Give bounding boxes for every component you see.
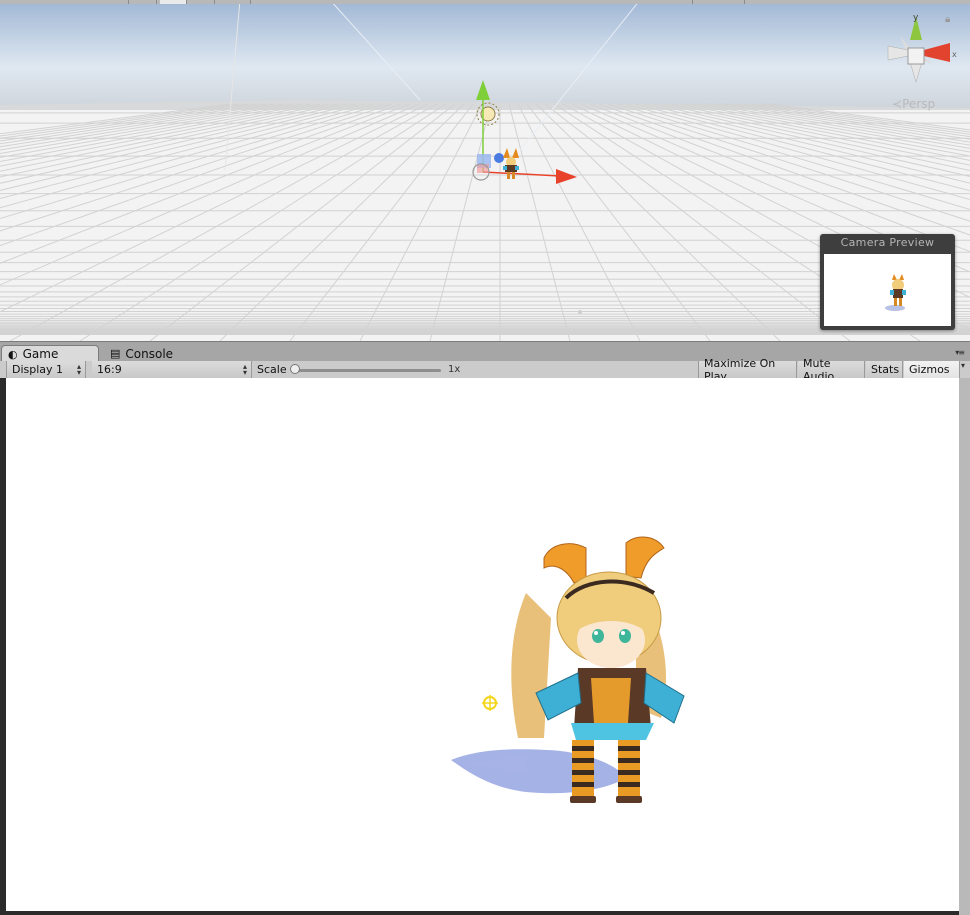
gizmos-toggle[interactable]: Gizmos ▾	[904, 361, 965, 378]
aspect-dropdown[interactable]: 16:9 ▴ ▾	[92, 361, 252, 378]
camera-preview-title: Camera Preview	[840, 236, 935, 249]
tab-console-label: Console	[125, 346, 174, 361]
persp-label[interactable]: ≺Persp	[892, 97, 935, 111]
gizmo-y-label: y	[913, 13, 919, 23]
lock-icon[interactable]: 🔒︎	[945, 14, 956, 25]
camera-preview-character	[885, 274, 906, 311]
scale-value: 1x	[448, 364, 461, 375]
scale-label: Scale	[257, 363, 287, 376]
maximize-on-play-toggle[interactable]: Maximize On Play	[698, 357, 797, 383]
tab-game[interactable]: ◐ Game	[1, 345, 99, 362]
camera-preview-panel: Camera Preview	[820, 234, 955, 330]
game-toolbar: Display 1 ▴ ▾ 16:9 ▴ ▾ Scale 1x Maximize O…	[0, 357, 970, 383]
console-icon: ▤	[110, 347, 121, 360]
updown-arrow-icon: ▴ ▾	[76, 362, 81, 377]
game-view	[0, 378, 970, 915]
light-gizmo-icon	[482, 695, 498, 711]
scene-toolbar-strip	[0, 0, 970, 4]
camera-preview-view	[824, 254, 951, 326]
game-view-border	[959, 378, 970, 915]
scale-slider-thumb[interactable]	[290, 364, 300, 374]
scale-slider-track[interactable]	[296, 369, 441, 372]
game-canvas[interactable]	[6, 378, 959, 911]
scene-view[interactable]: y x 🔒︎ ≺Persp Camera Preview	[0, 0, 970, 341]
tab-console[interactable]: ▤ Console	[104, 345, 204, 362]
display-value: Display 1	[12, 363, 64, 376]
display-dropdown[interactable]: Display 1 ▴ ▾	[6, 361, 86, 378]
mute-audio-toggle[interactable]: Mute Audio	[798, 357, 865, 383]
game-controller-icon: ◐	[8, 347, 18, 361]
updown-arrow-icon: ▴ ▾	[242, 362, 247, 377]
stats-toggle[interactable]: Stats	[866, 361, 903, 378]
gizmo-x-label: x	[952, 50, 957, 59]
tab-game-label: Game	[22, 347, 59, 361]
tab-menu-icon[interactable]: ▾≡	[955, 348, 965, 357]
game-character-render	[451, 536, 685, 803]
dropdown-arrow-icon[interactable]: ▾	[961, 361, 965, 370]
gizmos-label: Gizmos	[909, 363, 950, 376]
aspect-value: 16:9	[97, 363, 122, 376]
